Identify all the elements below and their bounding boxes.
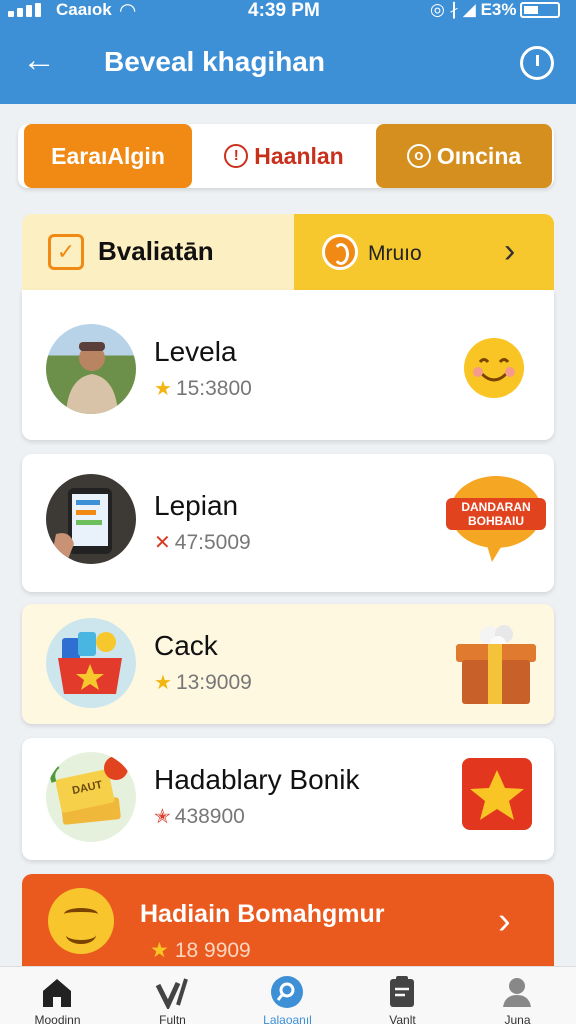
carrier-name: Caaıok xyxy=(56,0,112,19)
status-icons: ◎ ∤ ◢ E3% xyxy=(430,0,517,19)
score-value: 18 9909 xyxy=(174,939,251,962)
battery-percent: E3% xyxy=(480,0,517,19)
featured-score: ★ 18 9909 xyxy=(150,938,251,963)
list-item[interactable]: Cack ★ 13:9009 xyxy=(22,604,554,724)
avatar xyxy=(46,324,136,414)
timer-icon[interactable] xyxy=(520,46,554,80)
profile-icon xyxy=(503,978,531,1007)
chevron-right-icon: › xyxy=(498,900,511,942)
circle-icon: o xyxy=(406,144,431,168)
section-header: ✓ Bvaliatān Mruıo › xyxy=(22,214,554,290)
tab-label: EaraıAlgin xyxy=(51,142,165,169)
item-score: ✭ 438900 xyxy=(154,804,245,829)
list-item[interactable]: Lepian ✕ 47:5009 DANDARAN BOHBAIU xyxy=(22,454,554,592)
section-title: Bvaliatān xyxy=(98,236,214,266)
nav-item-search[interactable]: Lalaoanıl xyxy=(230,967,345,1024)
app-header: Caaıok ◠ 4:39 PM ◎ ∤ ◢ E3% ← Beveal khag… xyxy=(0,0,576,104)
speech-bubble-badge-icon: DANDARAN BOHBAIU xyxy=(444,472,548,564)
coin-icon xyxy=(322,234,358,270)
checklist-icon: ✓ xyxy=(48,234,84,270)
nav-item-vanlt[interactable]: Vanlt xyxy=(345,967,460,1024)
score-value: 15:3800 xyxy=(175,377,252,400)
item-name: Lepian xyxy=(154,490,239,521)
star-icon: ★ xyxy=(154,672,172,694)
star-icon: ★ xyxy=(150,939,169,962)
list-item[interactable]: Levela ★ 15:3800 xyxy=(22,290,554,440)
item-name: Hadablary Bonik xyxy=(154,764,360,795)
star-outline-icon: ✭ xyxy=(154,806,171,828)
signal-icon xyxy=(8,3,52,17)
bottom-nav: Moodinn Fultn Lalaoanıl Vanlt Juna xyxy=(0,966,576,1024)
section-more-link[interactable]: Mruıo › xyxy=(294,214,554,290)
status-bar: Caaıok ◠ 4:39 PM ◎ ∤ ◢ E3% xyxy=(0,0,576,22)
nav-label: Moodinn xyxy=(34,1013,81,1024)
battery-icon xyxy=(520,2,560,18)
home-icon xyxy=(43,979,71,1007)
featured-banner[interactable]: Hadiain Bomahgmur ★ 18 9909 › xyxy=(22,874,554,970)
list-item[interactable]: DAUT Hadablary Bonik ✭ 438900 xyxy=(22,738,554,860)
score-value: 13:9009 xyxy=(175,671,252,694)
item-score: ✕ 47:5009 xyxy=(154,530,251,555)
sticker-text-line: BOHBAIU xyxy=(468,514,524,528)
segmented-tabs: EaraıAlgin ! Haanlan o Oıncina xyxy=(18,124,554,188)
star-tile-icon xyxy=(460,756,534,832)
chevron-right-icon: › xyxy=(504,232,516,270)
tab-label: Haanlan xyxy=(254,142,344,169)
search-icon xyxy=(271,976,303,1008)
section-title-block: ✓ Bvaliatān xyxy=(22,214,294,290)
sticker-text-line: DANDARAN xyxy=(461,500,531,514)
tab-oincina[interactable]: o Oıncina xyxy=(376,124,552,188)
featured-title: Hadiain Bomahgmur xyxy=(140,900,385,928)
clipboard-icon xyxy=(390,976,414,1007)
nav-item-profile[interactable]: Juna xyxy=(460,967,575,1024)
nav-label: Fultn xyxy=(159,1013,186,1024)
nav-label: Vanlt xyxy=(389,1013,416,1024)
nav-item-home[interactable]: Moodinn xyxy=(0,967,115,1024)
avatar xyxy=(46,618,136,708)
section-link-label: Mruıo xyxy=(368,242,422,265)
page-title: Beveal khagihan xyxy=(104,46,325,77)
alert-icon: ! xyxy=(224,144,249,168)
tab-label: Oıncina xyxy=(436,142,522,169)
avatar xyxy=(46,474,136,564)
item-score: ★ 13:9009 xyxy=(154,670,252,695)
score-value: 47:5009 xyxy=(174,531,251,554)
tab-haanlan[interactable]: ! Haanlan xyxy=(194,124,374,188)
nav-label: Juna xyxy=(504,1013,531,1024)
item-name: Cack xyxy=(154,630,218,661)
clock: 4:39 PM xyxy=(248,0,320,21)
wifi-icon: ◠ xyxy=(120,0,136,22)
laughing-emoji-icon xyxy=(48,888,114,954)
star-icon: ★ xyxy=(154,378,172,400)
gift-box-icon xyxy=(452,620,540,708)
back-arrow-icon[interactable]: ← xyxy=(22,43,58,80)
ribbon-icon: ✕ xyxy=(154,532,171,554)
check-icon xyxy=(155,978,188,1009)
smiley-icon xyxy=(462,336,526,400)
avatar: DAUT xyxy=(46,752,136,842)
item-score: ★ 15:3800 xyxy=(154,376,252,401)
nav-item-fultn[interactable]: Fultn xyxy=(115,967,230,1024)
item-name: Levela xyxy=(154,336,237,367)
nav-label: Lalaoanıl xyxy=(263,1013,312,1024)
tab-earaialgin[interactable]: EaraıAlgin xyxy=(24,124,192,188)
score-value: 438900 xyxy=(174,805,245,828)
